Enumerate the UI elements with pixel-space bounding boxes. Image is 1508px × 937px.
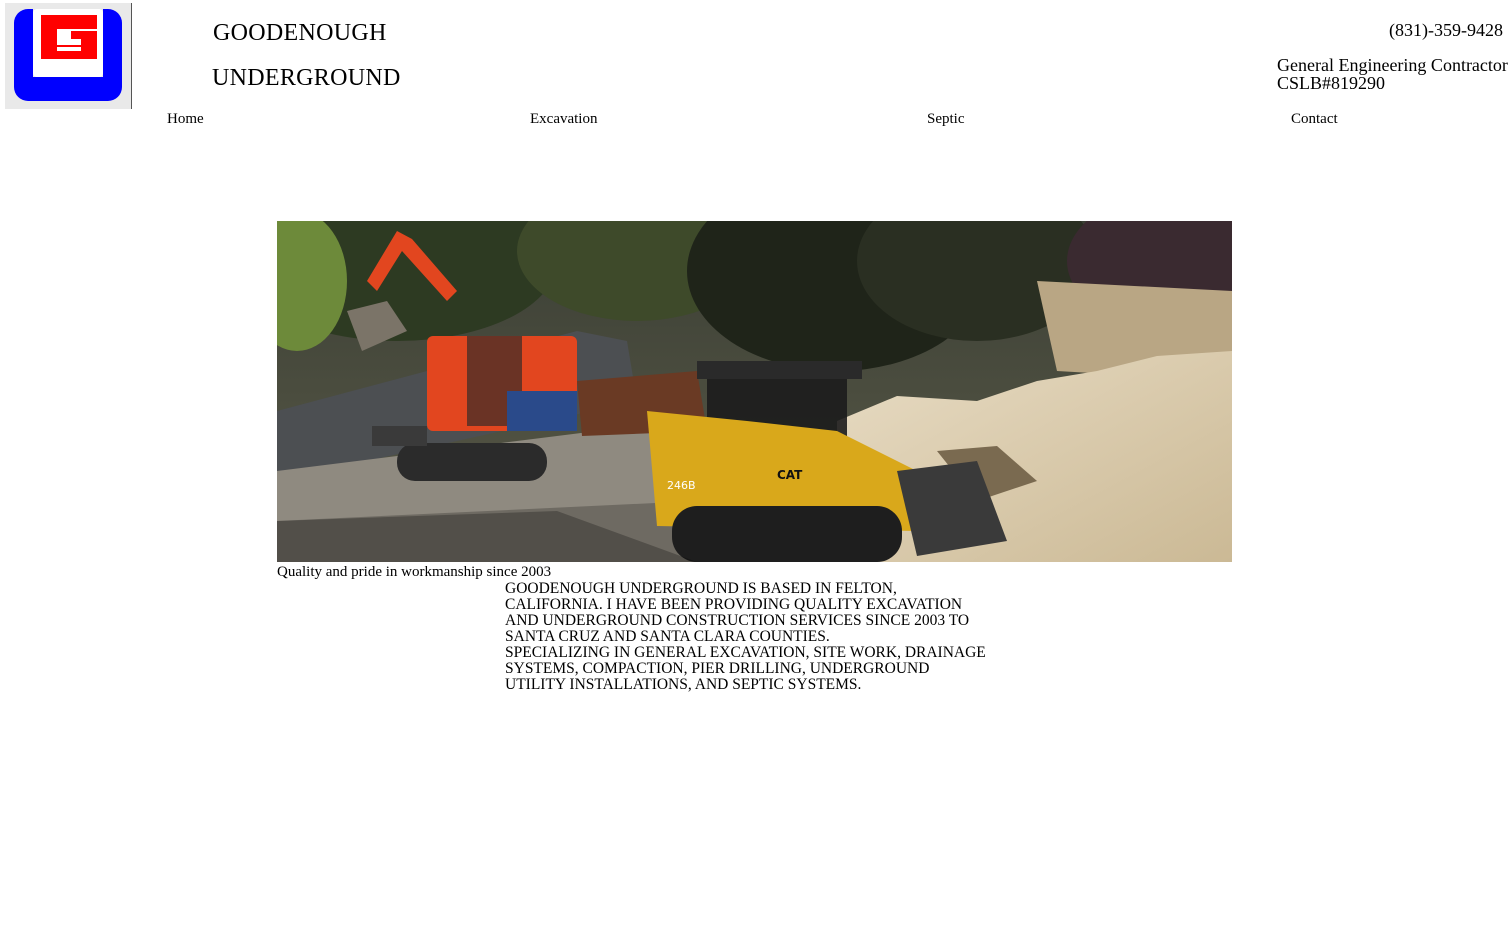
brand-name-line1: GOODENOUGH [213,20,387,46]
phone-number: (831)-359-9428 [1389,20,1503,40]
gu-monogram-icon [14,9,122,101]
excavator-photo-icon: 246B CAT [277,221,1232,562]
nav-septic[interactable]: Septic [927,111,965,128]
about-text: GOODENOUGH UNDERGROUND IS BASED IN FELTO… [505,580,986,693]
brand-name-line2: UNDERGROUND [212,65,401,91]
hero-photo: 246B CAT [277,221,1232,562]
license-number: CSLB#819290 [1277,73,1386,93]
logo[interactable] [5,3,132,109]
license-info: General Engineering Contractor CSLB#8192… [1277,56,1508,92]
nav-contact[interactable]: Contact [1291,111,1338,128]
svg-text:246B: 246B [667,479,696,492]
hero-caption: Quality and pride in workmanship since 2… [277,564,552,580]
license-title: General Engineering Contractor [1277,55,1508,75]
page: GOODENOUGH UNDERGROUND (831)-359-9428 Ge… [0,0,1508,937]
svg-text:CAT: CAT [777,468,803,482]
nav-excavation[interactable]: Excavation [530,111,597,128]
nav-home[interactable]: Home [167,111,204,128]
